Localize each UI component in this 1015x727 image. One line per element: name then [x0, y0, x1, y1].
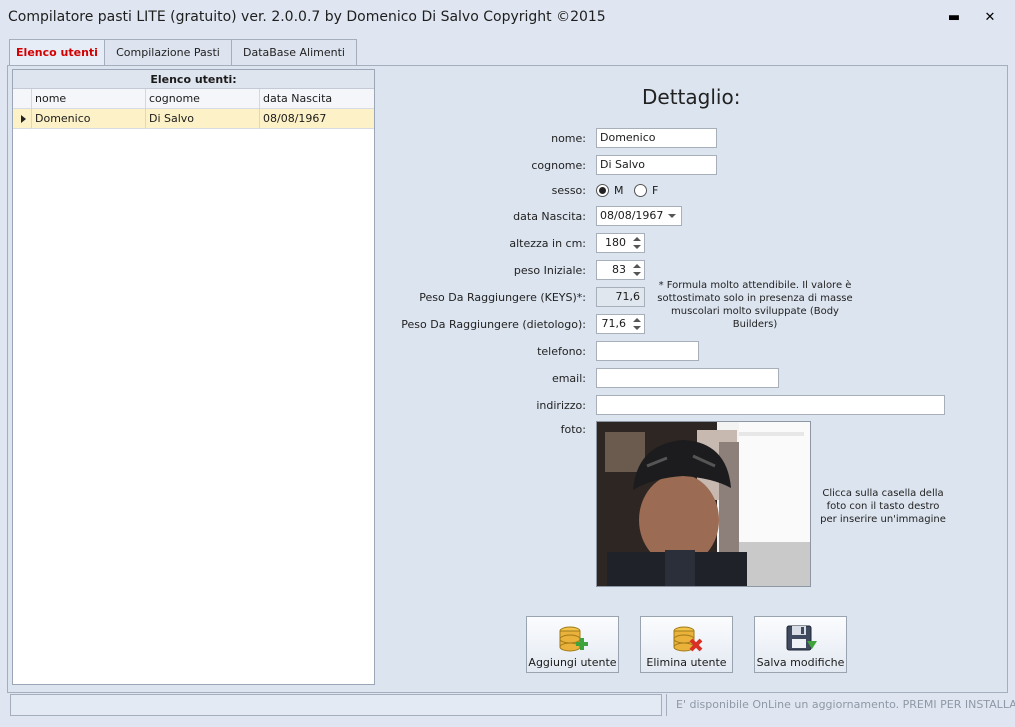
label-data-nascita: data Nascita: [513, 210, 586, 223]
spin-down-icon[interactable] [633, 326, 641, 330]
spin-up-icon[interactable] [633, 264, 641, 268]
radio-selected-dot [599, 187, 606, 194]
minimize-icon[interactable]: ▬ [943, 8, 965, 28]
label-altezza: altezza in cm: [509, 237, 586, 250]
database-delete-icon [673, 626, 703, 652]
label-peso-dietologo: Peso Da Raggiungere (dietologo): [401, 318, 586, 331]
peso-dietologo-stepper[interactable]: 71,6 [596, 314, 645, 334]
user-photo[interactable] [596, 421, 811, 587]
title-bar: Compilatore pasti LITE (gratuito) ver. 2… [0, 0, 1015, 36]
sesso-radio-m[interactable] [596, 184, 609, 197]
tab-database-alimenti[interactable]: DataBase Alimenti [231, 39, 357, 66]
tab-elenco-utenti[interactable]: Elenco utenti [9, 39, 105, 67]
delete-user-button[interactable]: Elimina utente [640, 616, 733, 673]
label-peso-keys: Peso Da Raggiungere (KEYS)*: [419, 291, 586, 304]
spin-up-icon[interactable] [633, 318, 641, 322]
label-sesso: sesso: [551, 184, 586, 197]
label-indirizzo: indirizzo: [536, 399, 586, 412]
chevron-down-icon[interactable] [668, 214, 676, 218]
floppy-disk-save-icon [786, 625, 817, 651]
users-grid[interactable]: Elenco utenti: nome cognome data Nascita… [12, 69, 375, 685]
grid-caption: Elenco utenti: [13, 70, 374, 89]
label-email: email: [551, 372, 586, 385]
cell-cognome[interactable]: Di Salvo [146, 109, 260, 129]
indirizzo-field[interactable] [596, 395, 945, 415]
label-telefono: telefono: [537, 345, 586, 358]
peso-keys-value: 71,6 [596, 287, 645, 307]
altezza-stepper[interactable]: 180 [596, 233, 645, 253]
row-pointer-icon [21, 115, 26, 123]
column-header-data-nascita[interactable]: data Nascita [260, 89, 374, 109]
detail-title: Dettaglio: [642, 85, 741, 109]
save-label: Salva modifiche [756, 656, 845, 669]
cognome-field[interactable]: Di Salvo [596, 155, 717, 175]
save-button[interactable]: Salva modifiche [754, 616, 847, 673]
status-bar-field [10, 694, 662, 716]
email-field[interactable] [596, 368, 779, 388]
delete-user-label: Elimina utente [646, 656, 727, 669]
database-add-icon [559, 626, 588, 652]
column-header-nome[interactable]: nome [32, 89, 146, 109]
sesso-label-f: F [652, 184, 659, 197]
altezza-value: 180 [605, 236, 626, 249]
tab-compilazione-pasti[interactable]: Compilazione Pasti [104, 39, 232, 66]
data-nascita-picker[interactable]: 08/08/1967 [596, 206, 682, 226]
grid-header-corner [13, 89, 32, 109]
peso-iniziale-value: 83 [612, 263, 626, 276]
spin-up-icon[interactable] [633, 237, 641, 241]
data-nascita-value: 08/08/1967 [600, 209, 664, 222]
column-header-cognome[interactable]: cognome [146, 89, 260, 109]
add-user-button[interactable]: Aggiungi utente [526, 616, 619, 673]
label-peso-iniziale: peso Iniziale: [513, 264, 586, 277]
label-cognome: cognome: [531, 159, 586, 172]
grid-header-row: nome cognome data Nascita [13, 89, 374, 109]
peso-dietologo-value: 71,6 [601, 317, 627, 330]
user-photo-image [597, 422, 810, 586]
nome-field[interactable]: Domenico [596, 128, 717, 148]
label-nome: nome: [551, 132, 586, 145]
row-header[interactable] [13, 109, 32, 129]
label-foto: foto: [560, 423, 586, 436]
status-separator [666, 694, 667, 716]
cell-data-nascita[interactable]: 08/08/1967 [260, 109, 374, 129]
spin-down-icon[interactable] [633, 245, 641, 249]
formula-note: * Formula molto attendibile. Il valore è… [657, 280, 853, 330]
telefono-field[interactable] [596, 341, 699, 361]
add-user-label: Aggiungi utente [528, 656, 617, 669]
sesso-label-m: M [614, 184, 624, 197]
table-row[interactable]: Domenico Di Salvo 08/08/1967 [13, 109, 374, 129]
cell-nome[interactable]: Domenico [32, 109, 146, 129]
spin-down-icon[interactable] [633, 272, 641, 276]
window-title: Compilatore pasti LITE (gratuito) ver. 2… [8, 9, 606, 25]
photo-hint: Clicca sulla casella della foto con il t… [820, 488, 946, 525]
update-available-link[interactable]: E' disponibile OnLine un aggiornamento. … [676, 698, 1015, 711]
peso-iniziale-stepper[interactable]: 83 [596, 260, 645, 280]
sesso-radio-f[interactable] [634, 184, 647, 197]
close-icon[interactable]: ✕ [979, 8, 1001, 28]
